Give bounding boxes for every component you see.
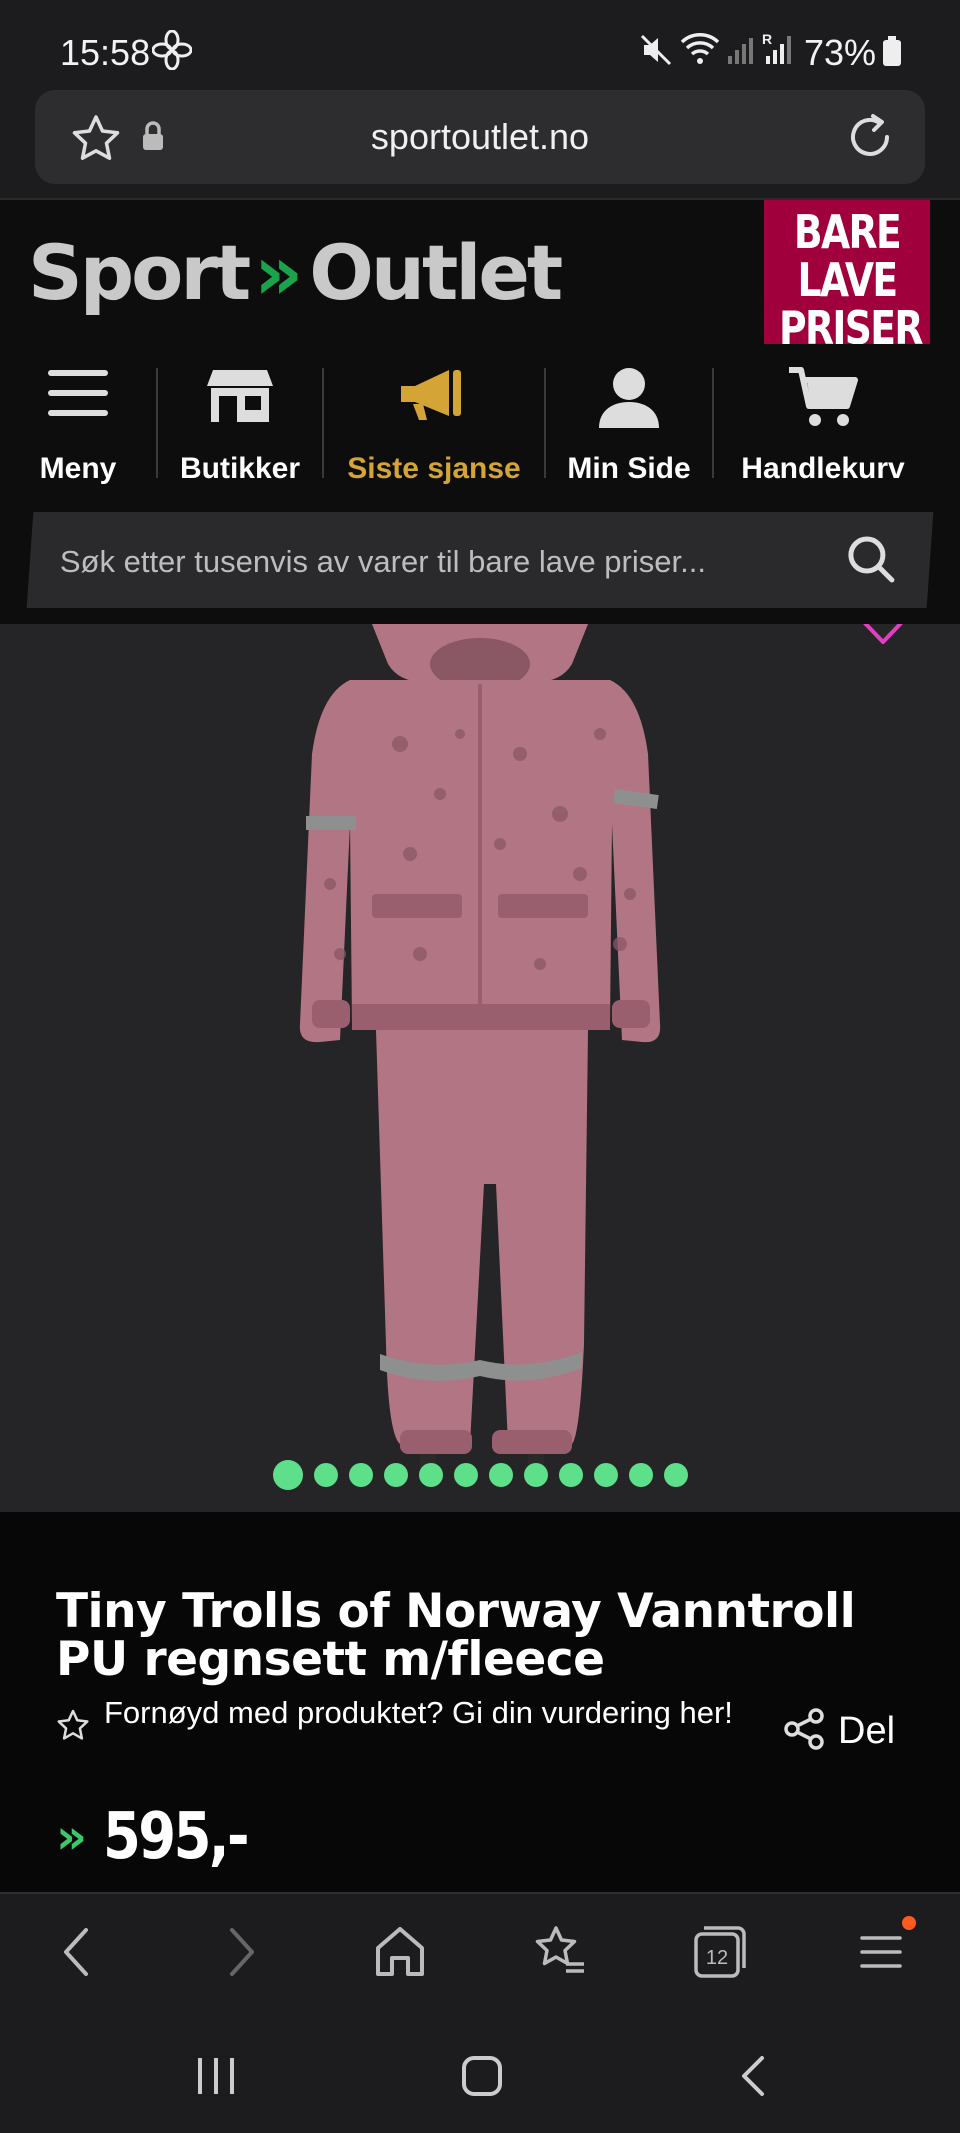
menu-icon (46, 366, 110, 427)
gallery-dot[interactable] (383, 1463, 408, 1487)
main-nav: Meny Butikker Siste sjanse Min Side Hand… (0, 344, 960, 508)
system-navigation (0, 2012, 960, 2133)
search-input[interactable]: Søk etter tusenvis av varer til bare lav… (26, 512, 934, 608)
reload-icon[interactable] (843, 110, 897, 164)
gallery-dot[interactable] (488, 1463, 513, 1487)
home-button-icon[interactable] (460, 2054, 504, 2103)
user-icon (597, 366, 661, 435)
forward-icon[interactable] (222, 1924, 262, 1985)
product-info: Tiny Trolls of Norway Vanntroll PU regns… (0, 1512, 960, 1892)
battery-percent: 73% (804, 32, 877, 73)
price-value: 595,- (103, 1800, 250, 1874)
sportoutlet-logo[interactable]: Sport» Outlet (28, 228, 563, 317)
signal-icon (726, 34, 756, 71)
nav-label: Butikker (179, 452, 301, 485)
gallery-dot[interactable] (628, 1463, 653, 1487)
share-icon (784, 1708, 824, 1755)
nav-item-siste-sjanse[interactable]: Siste sjanse (324, 366, 544, 486)
gallery-pagination (0, 1460, 960, 1490)
browser-toolbar: 12 (0, 1892, 960, 2012)
gallery-dot[interactable] (272, 1460, 303, 1490)
wifi-icon (680, 30, 720, 71)
product-title: Tiny Trolls of Norway Vanntroll PU regns… (56, 1584, 856, 1687)
nav-label: Handlekurv (741, 452, 905, 485)
nav-label: Meny (39, 452, 117, 485)
address-bar[interactable]: sportoutlet.no (35, 90, 925, 184)
nav-item-meny[interactable]: Meny (0, 366, 156, 486)
gallery-dot[interactable] (663, 1463, 688, 1487)
bookmarks-icon[interactable] (532, 1924, 588, 1985)
megaphone-icon (395, 366, 473, 427)
nav-item-butikker[interactable]: Butikker (158, 366, 322, 486)
nav-label: Siste sjanse (347, 452, 521, 485)
browser-bar: sportoutlet.no (0, 90, 960, 198)
share-button[interactable]: Del (784, 1708, 895, 1755)
tab-count: 12 (706, 1947, 728, 1969)
nav-label: Min Side (567, 452, 691, 485)
page: 15:58 R 73% sportoutlet.no Sport» Outlet… (0, 0, 960, 2133)
product-price: » 595,- (56, 1800, 272, 1874)
search-placeholder: Søk etter tusenvis av varer til bare lav… (59, 544, 706, 579)
search-icon[interactable] (846, 534, 896, 589)
gallery-dot[interactable] (418, 1463, 443, 1487)
gallery-dot[interactable] (593, 1463, 618, 1487)
share-label: Del (838, 1710, 896, 1752)
fan-icon (151, 29, 193, 75)
status-bar: 15:58 R 73% (0, 0, 960, 90)
star-outline-icon[interactable] (56, 1698, 90, 1747)
gallery-dot[interactable] (558, 1463, 583, 1487)
tabs-icon[interactable]: 12 (692, 1924, 748, 1985)
search-section: Søk etter tusenvis av varer til bare lav… (0, 508, 960, 624)
gallery-dot[interactable] (523, 1463, 548, 1487)
gallery-dot[interactable] (313, 1463, 338, 1487)
rating-prompt[interactable]: Fornøyd med produktet? Gi din vurdering … (56, 1697, 756, 1747)
back-icon[interactable] (58, 1924, 98, 1985)
battery-icon (882, 36, 902, 71)
recents-icon[interactable] (194, 2054, 238, 2103)
bare-lave-priser-badge: BARE LAVE PRISER (764, 200, 930, 364)
gallery-dot[interactable] (453, 1463, 478, 1487)
nav-item-handlekurv[interactable]: Handlekurv (714, 366, 932, 486)
url-text[interactable]: sportoutlet.no (35, 116, 925, 158)
svg-text:R: R (762, 31, 772, 47)
mute-icon (640, 34, 672, 71)
site-header: Sport» Outlet BARE LAVE PRISER (0, 198, 960, 364)
back-icon[interactable] (736, 2054, 772, 2103)
wishlist-heart-icon[interactable] (858, 624, 908, 657)
menu-icon[interactable] (858, 1924, 904, 1985)
price-chevron-icon: » (56, 1809, 87, 1865)
nav-item-min-side[interactable]: Min Side (546, 366, 712, 486)
signal-roaming-icon: R (762, 30, 796, 71)
store-icon (205, 366, 275, 431)
cart-icon (787, 366, 859, 435)
home-icon[interactable] (374, 1924, 426, 1985)
gallery-dot[interactable] (348, 1463, 373, 1487)
status-time: 15:58 (60, 32, 151, 73)
rating-prompt-text[interactable]: Fornøyd med produktet? Gi din vurdering … (104, 1697, 733, 1747)
product-gallery[interactable] (0, 624, 960, 1512)
notification-dot (902, 1916, 916, 1930)
product-image-rain-suit (299, 624, 661, 1478)
